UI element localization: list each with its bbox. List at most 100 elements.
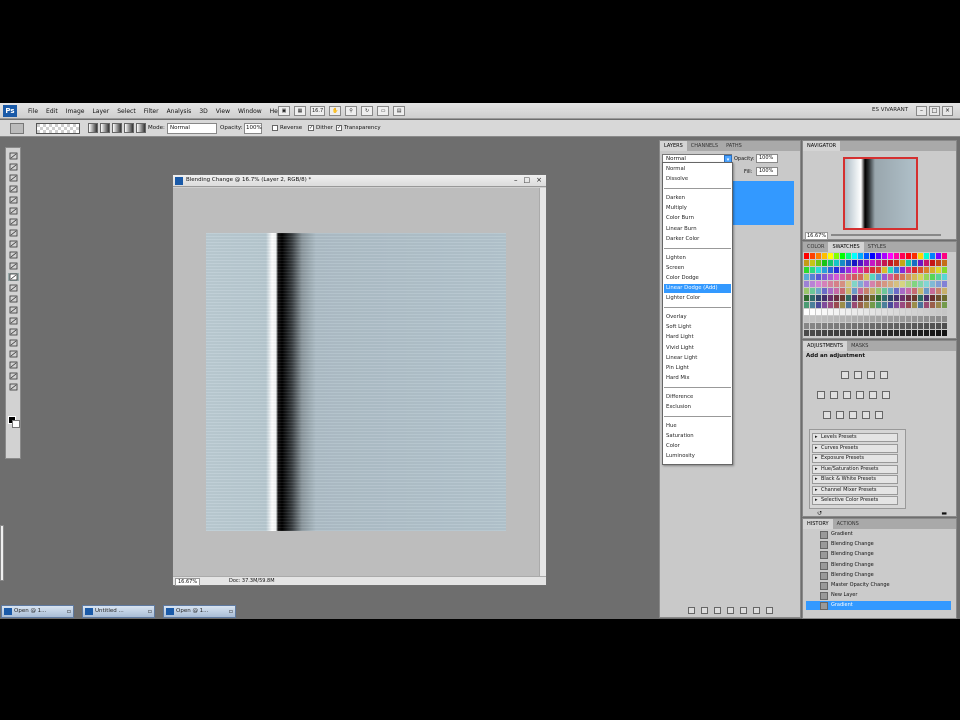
zoom-tool-icon[interactable] [8,383,19,391]
color-swatch[interactable] [834,253,839,259]
color-swatch[interactable] [852,253,857,259]
color-swatch[interactable] [888,309,893,315]
color-swatch[interactable] [942,260,947,266]
color-swatch[interactable] [924,316,929,322]
color-swatch[interactable] [888,323,893,329]
blend-option[interactable]: Darken [664,194,731,203]
color-swatch[interactable] [930,253,935,259]
color-swatch[interactable] [804,260,809,266]
blend-option[interactable]: Dissolve [664,175,731,184]
canvas-image[interactable] [206,233,506,531]
tab-navigator[interactable]: NAVIGATOR [803,141,841,151]
reset-icon[interactable]: ↺ [817,510,822,517]
color-swatch[interactable] [942,316,947,322]
color-swatch[interactable] [930,309,935,315]
color-swatch[interactable] [912,267,917,273]
color-swatch[interactable] [858,295,863,301]
color-swatch[interactable] [912,309,917,315]
color-swatch[interactable] [852,288,857,294]
color-swatch[interactable] [822,260,827,266]
color-swatch[interactable] [864,316,869,322]
blend-option[interactable]: Vivid Light [664,344,731,353]
color-swatch[interactable] [828,323,833,329]
color-swatch[interactable] [882,330,887,336]
color-swatch[interactable] [828,316,833,322]
color-swatch[interactable] [882,260,887,266]
color-swatch[interactable] [936,323,941,329]
color-swatch[interactable] [876,302,881,308]
color-swatch[interactable] [822,267,827,273]
restore-icon[interactable]: ▫ [229,606,233,617]
hand-tool-icon[interactable] [8,372,19,380]
color-swatch[interactable] [816,274,821,280]
color-swatch[interactable] [894,309,899,315]
rotate-view-icon[interactable]: ↻ [361,106,374,116]
color-swatch[interactable] [924,323,929,329]
color-swatch[interactable] [870,274,875,280]
color-swatch[interactable] [816,295,821,301]
color-swatch[interactable] [822,309,827,315]
color-swatch[interactable] [810,260,815,266]
color-swatch[interactable] [816,309,821,315]
color-swatch[interactable] [882,323,887,329]
mode-select[interactable]: Normal [167,123,217,134]
vibrance-icon[interactable] [817,391,825,399]
shape-tool-icon[interactable] [8,339,19,347]
restore-icon[interactable]: ▫ [67,606,71,617]
close-button[interactable]: × [942,106,953,116]
color-swatch[interactable] [846,295,851,301]
color-swatch[interactable] [930,316,935,322]
task-untitled[interactable]: Untitled ... ▫ [82,605,155,618]
color-swatch[interactable] [882,316,887,322]
blend-option[interactable]: Hard Light [664,333,731,342]
document-title[interactable]: Blending Change @ 16.7% (Layer 2, RGB/8)… [173,175,546,187]
color-swatch[interactable] [912,274,917,280]
blend-option[interactable]: Darker Color [664,235,731,244]
color-swatch[interactable] [906,323,911,329]
reverse-checkbox[interactable]: Reverse [272,125,302,131]
color-swatch[interactable] [924,295,929,301]
color-swatch[interactable] [834,295,839,301]
3d-rotate-tool-icon[interactable] [8,350,19,358]
selective-color-icon[interactable] [875,411,883,419]
color-swatch[interactable] [804,309,809,315]
color-swatch[interactable] [918,267,923,273]
blend-option[interactable]: Linear Dodge (Add) [664,284,731,293]
pen-tool-icon[interactable] [8,306,19,314]
diamond-gradient-button[interactable] [136,123,146,133]
clone-stamp-tool-icon[interactable] [8,240,19,248]
move-tool-icon[interactable] [8,152,19,160]
blend-option[interactable]: Luminosity [664,452,731,461]
color-swatch[interactable] [870,281,875,287]
healing-tool-icon[interactable] [8,218,19,226]
color-swatch[interactable] [852,330,857,336]
color-swatch[interactable] [894,260,899,266]
color-swatch[interactable] [840,330,845,336]
color-swatch[interactable] [864,253,869,259]
color-swatch[interactable] [900,309,905,315]
marquee-tool-icon[interactable] [8,163,19,171]
color-swatch[interactable] [942,288,947,294]
history-state[interactable]: Gradient [806,601,951,611]
color-swatch[interactable] [828,288,833,294]
3d-orbit-tool-icon[interactable] [8,361,19,369]
color-swatch[interactable] [852,281,857,287]
blend-option[interactable]: Hue [664,422,731,431]
color-swatch[interactable] [816,281,821,287]
new-group-icon[interactable] [740,607,747,614]
doc-size-info[interactable]: Doc: 37.3M/59.8M [229,578,275,585]
invert-icon[interactable] [823,411,831,419]
navigator-zoom-slider[interactable] [831,234,941,236]
preset-item[interactable]: Channel Mixer Presets [812,485,898,495]
color-swatch[interactable] [876,316,881,322]
color-swatch[interactable] [834,316,839,322]
color-swatch[interactable] [852,267,857,273]
type-tool-icon[interactable] [8,317,19,325]
blend-option[interactable]: Pin Light [664,364,731,373]
color-swatch[interactable] [840,309,845,315]
color-swatch[interactable] [876,267,881,273]
color-swatch[interactable] [918,323,923,329]
color-swatch[interactable] [804,295,809,301]
color-swatch[interactable] [810,288,815,294]
color-swatch[interactable] [810,267,815,273]
